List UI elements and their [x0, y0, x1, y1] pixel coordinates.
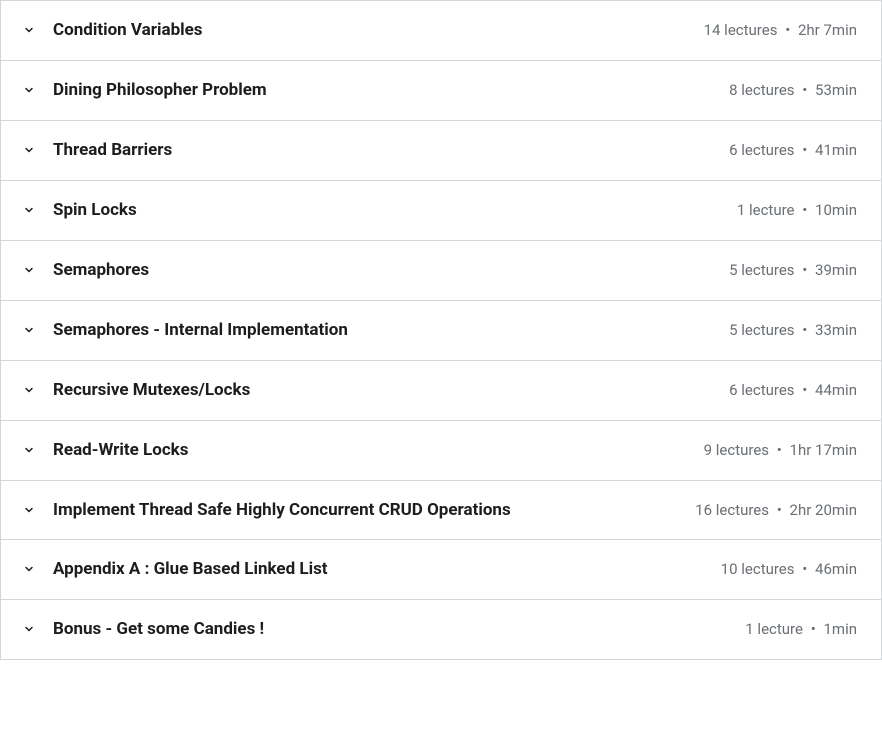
chevron-down-icon — [23, 623, 35, 635]
duration: 33min — [815, 321, 857, 339]
bullet-separator: • — [802, 321, 807, 339]
bullet-separator: • — [777, 441, 782, 459]
bullet-separator: • — [802, 261, 807, 279]
section-title: Condition Variables — [53, 19, 704, 42]
section-title: Implement Thread Safe Highly Concurrent … — [53, 499, 695, 522]
duration: 39min — [815, 261, 857, 279]
lectures-count: 5 lectures — [729, 321, 794, 339]
lectures-count: 9 lectures — [704, 441, 769, 459]
lectures-count: 6 lectures — [729, 381, 794, 399]
section-title: Recursive Mutexes/Locks — [53, 379, 729, 402]
chevron-down-icon — [23, 444, 35, 456]
chevron-down-icon — [23, 24, 35, 36]
chevron-down-icon — [23, 563, 35, 575]
section-row[interactable]: Condition Variables 14 lectures • 2hr 7m… — [1, 1, 881, 61]
section-title: Spin Locks — [53, 199, 737, 222]
chevron-down-icon — [23, 504, 35, 516]
course-section-list: Condition Variables 14 lectures • 2hr 7m… — [0, 0, 882, 660]
section-meta: 16 lectures • 2hr 20min — [695, 500, 857, 520]
section-meta: 1 lecture • 10min — [737, 200, 857, 220]
duration: 41min — [815, 141, 857, 159]
bullet-separator: • — [811, 620, 816, 638]
section-row[interactable]: Semaphores 5 lectures • 39min — [1, 241, 881, 301]
section-row[interactable]: Semaphores - Internal Implementation 5 l… — [1, 301, 881, 361]
chevron-down-icon — [23, 84, 35, 96]
section-meta: 9 lectures • 1hr 17min — [704, 440, 857, 460]
bullet-separator: • — [802, 381, 807, 399]
bullet-separator: • — [802, 560, 807, 578]
duration: 1hr 17min — [790, 441, 857, 459]
duration: 46min — [815, 560, 857, 578]
duration: 10min — [815, 201, 857, 219]
section-meta: 10 lectures • 46min — [721, 559, 857, 579]
bullet-separator: • — [802, 81, 807, 99]
duration: 44min — [815, 381, 857, 399]
section-title: Appendix A : Glue Based Linked List — [53, 558, 721, 581]
section-meta: 6 lectures • 41min — [729, 140, 857, 160]
section-row[interactable]: Dining Philosopher Problem 8 lectures • … — [1, 61, 881, 121]
section-row[interactable]: Spin Locks 1 lecture • 10min — [1, 181, 881, 241]
section-row[interactable]: Thread Barriers 6 lectures • 41min — [1, 121, 881, 181]
lectures-count: 6 lectures — [729, 141, 794, 159]
section-meta: 5 lectures • 39min — [729, 260, 857, 280]
section-meta: 14 lectures • 2hr 7min — [704, 20, 857, 40]
section-title: Thread Barriers — [53, 139, 729, 162]
section-title: Bonus - Get some Candies ! — [53, 618, 745, 641]
section-meta: 8 lectures • 53min — [729, 80, 857, 100]
section-title: Semaphores - Internal Implementation — [53, 319, 729, 342]
lectures-count: 10 lectures — [721, 560, 795, 578]
lectures-count: 5 lectures — [729, 261, 794, 279]
lectures-count: 1 lecture — [745, 620, 803, 638]
lectures-count: 16 lectures — [695, 501, 769, 519]
bullet-separator: • — [785, 21, 790, 39]
chevron-down-icon — [23, 324, 35, 336]
section-row[interactable]: Read-Write Locks 9 lectures • 1hr 17min — [1, 421, 881, 481]
section-title: Read-Write Locks — [53, 439, 704, 462]
section-meta: 1 lecture • 1min — [745, 619, 857, 639]
chevron-down-icon — [23, 384, 35, 396]
lectures-count: 14 lectures — [704, 21, 778, 39]
duration: 1min — [823, 620, 857, 638]
bullet-separator: • — [802, 201, 807, 219]
section-row[interactable]: Recursive Mutexes/Locks 6 lectures • 44m… — [1, 361, 881, 421]
chevron-down-icon — [23, 144, 35, 156]
section-row[interactable]: Bonus - Get some Candies ! 1 lecture • 1… — [1, 600, 881, 660]
section-meta: 6 lectures • 44min — [729, 380, 857, 400]
lectures-count: 8 lectures — [729, 81, 794, 99]
chevron-down-icon — [23, 204, 35, 216]
duration: 2hr 20min — [790, 501, 857, 519]
chevron-down-icon — [23, 264, 35, 276]
section-row[interactable]: Implement Thread Safe Highly Concurrent … — [1, 481, 881, 541]
section-title: Semaphores — [53, 259, 729, 282]
section-row[interactable]: Appendix A : Glue Based Linked List 10 l… — [1, 540, 881, 600]
section-title: Dining Philosopher Problem — [53, 79, 729, 102]
bullet-separator: • — [802, 141, 807, 159]
lectures-count: 1 lecture — [737, 201, 795, 219]
bullet-separator: • — [777, 501, 782, 519]
duration: 2hr 7min — [798, 21, 857, 39]
duration: 53min — [815, 81, 857, 99]
section-meta: 5 lectures • 33min — [729, 320, 857, 340]
